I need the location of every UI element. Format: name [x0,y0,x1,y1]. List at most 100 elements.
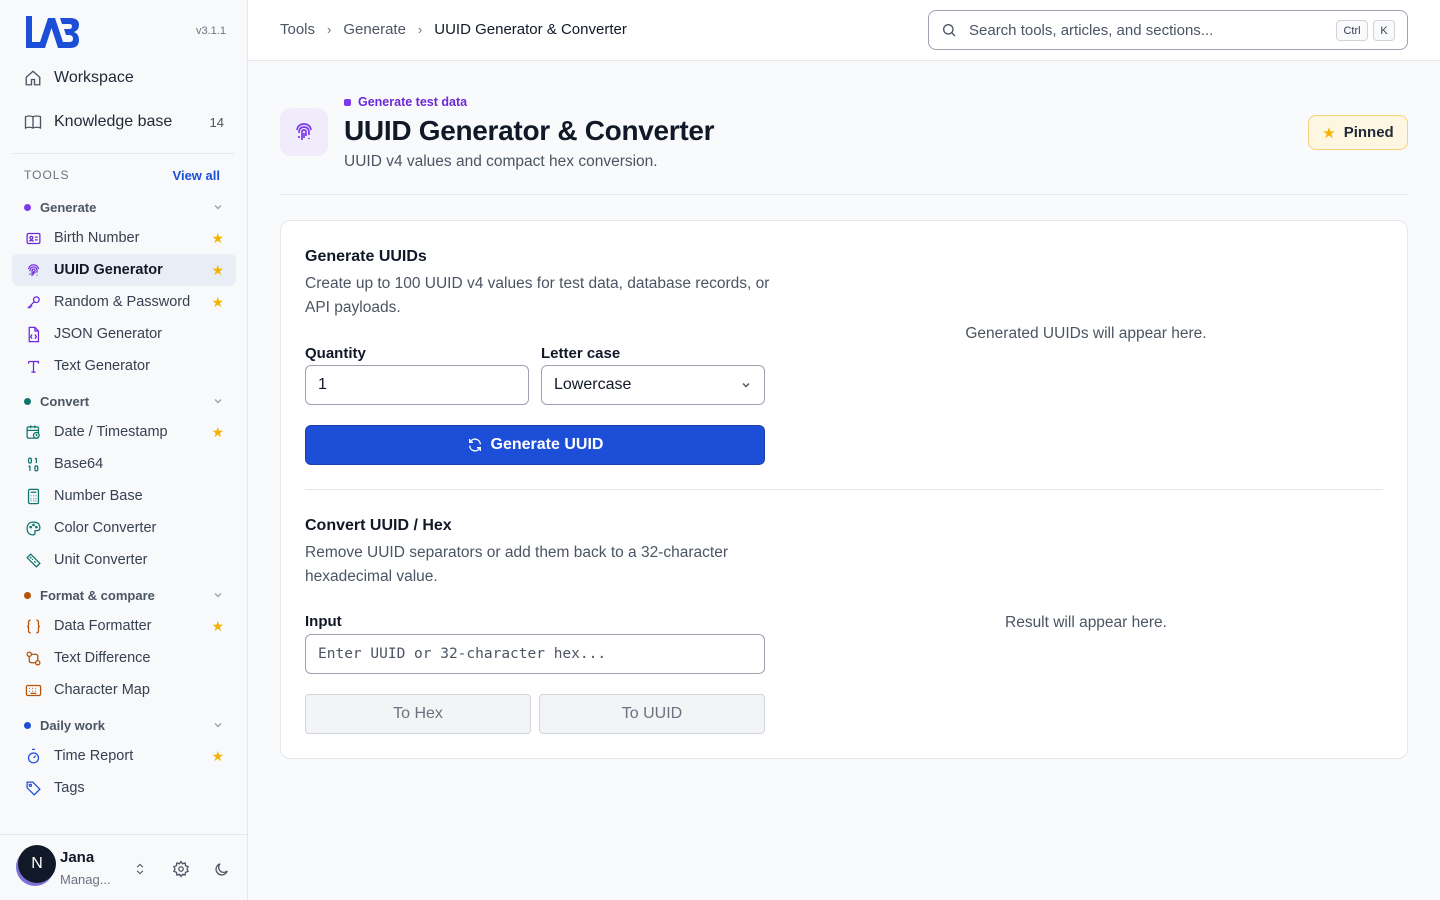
tool-base64[interactable]: Base64 [12,448,236,480]
keyboard-icon [24,681,42,699]
chevron-down-icon [214,399,222,404]
app-logo[interactable] [24,14,80,50]
search-input[interactable] [969,21,1309,39]
group-daily-work[interactable]: Daily work [12,710,236,740]
chevron-up-down-icon[interactable] [130,859,150,879]
header-divider [280,194,1408,195]
group-dot [24,591,31,599]
tool-label: Text Difference [54,650,151,666]
group-label: Daily work [40,717,106,733]
chevron-down-icon [214,593,222,598]
star-icon[interactable]: ★ [211,424,224,441]
star-icon[interactable]: ★ [211,618,224,635]
group-label: Convert [40,393,90,409]
tool-tags[interactable]: Tags [12,772,236,804]
sidebar-footer: N Jana Manag... [0,834,247,900]
user-name[interactable]: Jana [60,849,94,866]
ruler-icon [24,551,42,569]
search-icon [943,24,956,37]
nav-item-knowledge-base[interactable]: Knowledge base 14 [12,102,236,142]
tool-birth-number[interactable]: Birth Number ★ [12,222,236,254]
braces-icon [24,617,42,635]
group-generate[interactable]: Generate [12,192,236,222]
group-dot [24,397,31,405]
tool-label: Tags [54,780,85,796]
tool-label: Color Converter [54,520,157,536]
tool-label: Birth Number [54,230,140,246]
home-icon [24,69,42,87]
tools-header: TOOLS View all [24,168,220,183]
quantity-label: Quantity [305,345,366,362]
tool-date-timestamp[interactable]: Date / Timestamp ★ [12,416,236,448]
tool-label: Character Map [54,682,150,698]
star-icon: ★ [1322,124,1336,142]
quantity-input[interactable] [305,365,529,405]
star-icon[interactable]: ★ [211,294,224,311]
file-code-icon [24,325,42,343]
pinned-button[interactable]: ★ Pinned [1308,115,1408,150]
chevron-down-icon [214,723,222,728]
tool-label: Date / Timestamp [54,424,168,440]
tool-card: Generate UUIDs Create up to 100 UUID v4 … [280,220,1408,759]
chevron-down-icon [214,205,222,210]
letter-case-select[interactable]: Lowercase [541,365,765,405]
tool-label: Data Formatter [54,618,152,634]
tool-character-map[interactable]: Character Map [12,674,236,706]
tool-uuid-generator[interactable]: UUID Generator ★ [12,254,236,286]
tool-unit-converter[interactable]: Unit Converter [12,544,236,576]
generate-uuid-button[interactable]: Generate UUID [305,425,765,465]
moon-icon[interactable] [211,859,231,879]
generate-section-title: Generate UUIDs [305,248,427,265]
tool-number-base[interactable]: Number Base [12,480,236,512]
nav-item-label: Knowledge base [54,113,173,130]
chevron-right-icon: › [417,22,423,37]
top-bar: Tools › Generate › UUID Generator & Conv… [248,0,1440,61]
uuid-hex-input[interactable] [305,634,765,674]
input-label: Input [305,613,342,630]
fingerprint-icon [280,108,328,156]
group-format-compare[interactable]: Format & compare [12,580,236,610]
letter-case-label: Letter case [541,345,621,362]
nav-item-workspace[interactable]: Workspace [12,58,236,98]
palette-icon [24,519,42,537]
avatar[interactable]: N [18,845,56,883]
book-icon [24,113,42,131]
sidebar-divider [12,153,234,154]
knowledge-base-count: 14 [209,114,224,130]
convert-description: Remove UUID separators or add them back … [305,544,728,585]
tool-label: Text Generator [54,358,150,374]
tools-tree: Generate Birth Number ★ UUID Generator ★… [12,192,236,804]
tool-text-difference[interactable]: Text Difference [12,642,236,674]
to-hex-button[interactable]: To Hex [305,694,531,734]
star-icon[interactable]: ★ [211,230,224,247]
breadcrumb-item-tools[interactable]: Tools [280,21,315,38]
tool-text-generator[interactable]: Text Generator [12,350,236,382]
breadcrumb: Tools › Generate › UUID Generator & Conv… [280,21,627,38]
tool-random-password[interactable]: Random & Password ★ [12,286,236,318]
diff-icon [24,649,42,667]
gear-icon[interactable] [171,859,191,879]
page-subtitle: UUID v4 values and compact hex conversio… [344,153,658,170]
star-icon[interactable]: ★ [211,262,224,279]
tool-time-report[interactable]: Time Report ★ [12,740,236,772]
calculator-icon [24,487,42,505]
breadcrumb-item-generate[interactable]: Generate [343,21,406,38]
tool-label: Number Base [54,488,143,504]
type-icon [24,357,42,375]
view-all-link[interactable]: View all [173,168,220,183]
tool-data-formatter[interactable]: Data Formatter ★ [12,610,236,642]
timer-icon [24,747,42,765]
chevron-right-icon: › [327,22,332,37]
id-card-icon [24,229,42,247]
letter-case-value: Lowercase [554,376,632,393]
to-uuid-button[interactable]: To UUID [539,694,765,734]
star-icon[interactable]: ★ [211,748,224,765]
key-icon [24,293,42,311]
search-box[interactable]: Ctrl K [928,10,1408,50]
tool-json-generator[interactable]: JSON Generator [12,318,236,350]
convert-result-placeholder: Result will appear here. [1005,614,1167,631]
group-convert[interactable]: Convert [12,386,236,416]
user-role: Manag... [60,872,111,887]
tool-color-converter[interactable]: Color Converter [12,512,236,544]
primary-nav: Workspace Knowledge base 14 [12,58,236,146]
